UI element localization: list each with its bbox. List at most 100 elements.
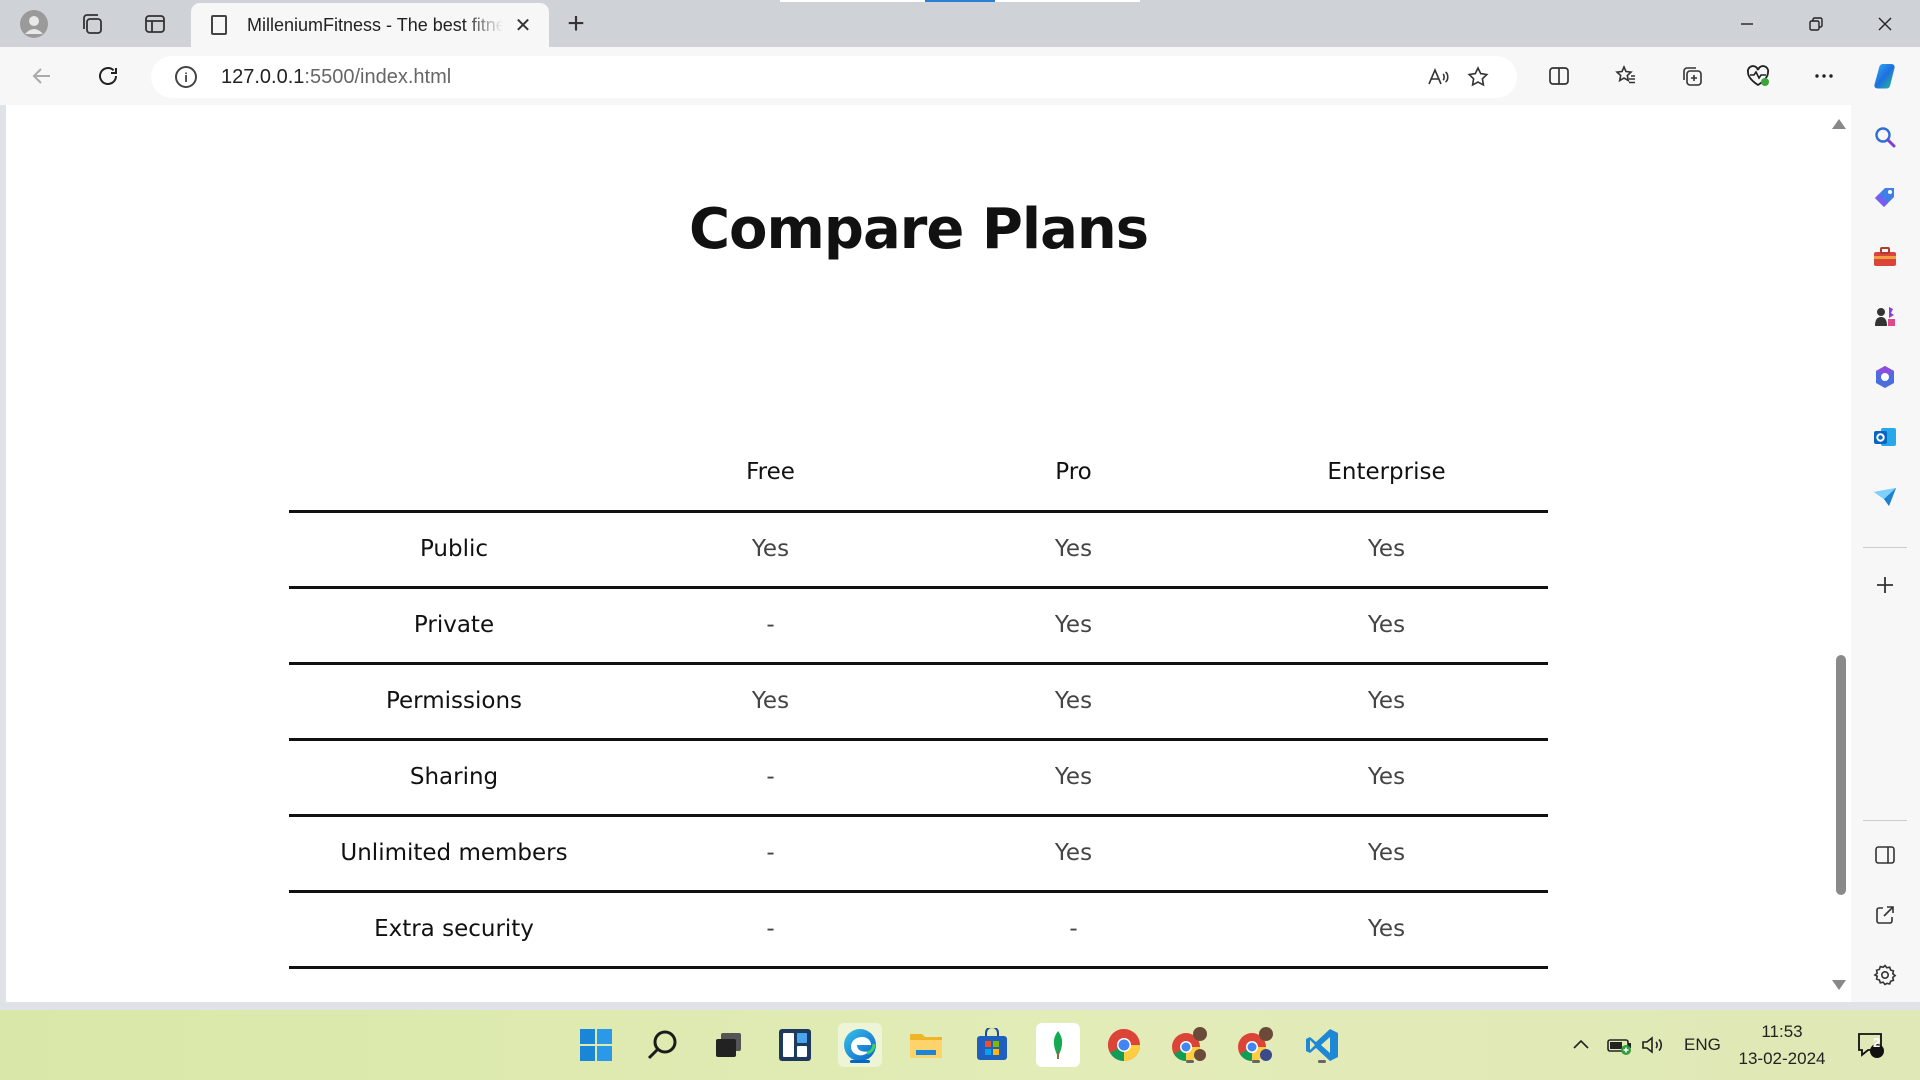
table-row: Permissions Yes Yes Yes [289,663,1548,741]
column-header-pro: Pro [922,435,1225,513]
pro-cell: Yes [922,511,1225,589]
show-hidden-icons-button[interactable] [1570,1010,1592,1080]
navigation-bar: i 127.0.0.1:5500/index.html [0,47,1920,105]
scrollbar-thumb[interactable] [1836,655,1846,895]
tab-strip-highlight-active [925,0,995,2]
minimize-button[interactable] [1714,0,1780,47]
chrome-profile-2-icon[interactable] [1234,1023,1278,1067]
close-tab-icon[interactable]: ✕ [511,13,535,38]
refresh-button[interactable] [88,57,128,95]
chrome-icon[interactable] [1102,1023,1146,1067]
column-header-free: Free [619,435,922,513]
chrome-profile-icon[interactable] [1168,1023,1212,1067]
browser-title-bar: MilleniumFitness - The best fitness ✕ + [0,0,1920,47]
enterprise-cell: Yes [1225,739,1548,817]
pro-cell: - [922,891,1225,969]
table-header-row: Free Pro Enterprise [289,435,1548,513]
site-info-icon[interactable]: i [175,66,197,88]
workspaces-icon[interactable] [72,6,112,42]
profile-avatar-icon[interactable] [14,6,54,42]
sidebar-toggle-panel-icon[interactable] [1869,839,1901,871]
favorites-icon[interactable] [1606,57,1646,95]
table-row: Public Yes Yes Yes [289,511,1548,589]
feature-cell: Private [289,587,619,665]
clock-time: 11:53 [1761,1022,1803,1041]
microsoft-store-icon[interactable] [970,1023,1014,1067]
vertical-tabs-icon[interactable] [135,6,175,42]
start-button-icon[interactable] [574,1023,618,1067]
table-row: Unlimited members - Yes Yes [289,815,1548,893]
plan-comparison-table: Free Pro Enterprise Public Yes Yes Yes P… [289,435,1548,969]
favorite-star-icon[interactable] [1465,64,1491,90]
running-app-indicator [1186,1060,1194,1063]
new-tab-button[interactable]: + [556,4,596,44]
notification-count-badge: 2 [1873,1035,1881,1050]
clock[interactable]: 11:53 13-02-2024 [1732,1018,1832,1072]
language-indicator[interactable]: ENG [1684,1010,1721,1080]
running-app-indicator [1318,1060,1326,1063]
clock-date: 13-02-2024 [1738,1049,1826,1068]
edge-sidebar [1851,105,1920,1002]
enterprise-cell: Yes [1225,587,1548,665]
read-aloud-icon[interactable] [1425,64,1451,90]
feature-cell: Unlimited members [289,815,619,893]
notification-center-icon[interactable]: 2 [1856,1010,1886,1080]
sidebar-outlook-icon[interactable] [1869,421,1901,453]
url-host: 127.0.0.1 [221,65,305,88]
search-icon[interactable] [641,1023,685,1067]
enterprise-cell: Yes [1225,891,1548,969]
file-explorer-icon[interactable] [904,1023,948,1067]
table-row: Private - Yes Yes [289,587,1548,665]
vscode-icon[interactable] [1300,1023,1344,1067]
close-window-button[interactable] [1852,0,1918,47]
browser-essentials-icon[interactable] [1738,57,1778,95]
url-path: :5500/index.html [304,65,452,88]
sidebar-search-icon[interactable] [1869,121,1901,153]
sidebar-games-icon[interactable] [1869,301,1901,333]
page-title: Compare Plans [688,197,1149,262]
volume-icon[interactable] [1640,1010,1666,1080]
windows-taskbar: ENG 11:53 13-02-2024 2 [0,1010,1920,1080]
url-text: 127.0.0.1:5500/index.html [221,66,451,89]
active-tab[interactable]: MilleniumFitness - The best fitness ✕ [191,3,549,47]
free-cell: Yes [619,663,922,741]
enterprise-cell: Yes [1225,663,1548,741]
free-cell: - [619,587,922,665]
enterprise-cell: Yes [1225,511,1548,589]
pro-cell: Yes [922,739,1225,817]
free-cell: - [619,891,922,969]
scroll-down-arrow[interactable] [1832,980,1846,990]
free-cell: Yes [619,511,922,589]
sidebar-tools-icon[interactable] [1869,241,1901,273]
enterprise-cell: Yes [1225,815,1548,893]
table-row: Extra security - - Yes [289,891,1548,969]
page-viewport: Compare Plans Free Pro Enterprise Public… [6,105,1851,1002]
task-view-icon[interactable] [707,1023,751,1067]
feature-cell: Sharing [289,739,619,817]
sidebar-microsoft365-icon[interactable] [1869,361,1901,393]
mongodb-compass-icon[interactable] [1036,1023,1080,1067]
sidebar-open-external-icon[interactable] [1869,899,1901,931]
widgets-icon[interactable] [773,1023,817,1067]
pro-cell: Yes [922,663,1225,741]
address-bar[interactable]: i 127.0.0.1:5500/index.html [151,56,1517,98]
column-header-enterprise: Enterprise [1225,435,1548,513]
restore-button[interactable] [1783,0,1849,47]
sidebar-shopping-icon[interactable] [1869,181,1901,213]
sidebar-drop-icon[interactable] [1869,481,1901,513]
back-button[interactable] [22,57,62,95]
copilot-icon[interactable] [1866,57,1906,95]
split-screen-icon[interactable] [1539,57,1579,95]
scroll-up-arrow[interactable] [1832,119,1846,129]
feature-cell: Public [289,511,619,589]
table-row: Sharing - Yes Yes [289,739,1548,817]
free-cell: - [619,739,922,817]
sidebar-divider [1863,820,1907,821]
edge-taskbar-icon[interactable] [838,1023,882,1067]
collections-icon[interactable] [1672,57,1712,95]
feature-cell: Extra security [289,891,619,969]
battery-icon[interactable] [1606,1010,1634,1080]
sidebar-settings-icon[interactable] [1869,959,1901,991]
more-options-icon[interactable] [1804,57,1844,95]
sidebar-add-icon[interactable] [1869,569,1901,601]
